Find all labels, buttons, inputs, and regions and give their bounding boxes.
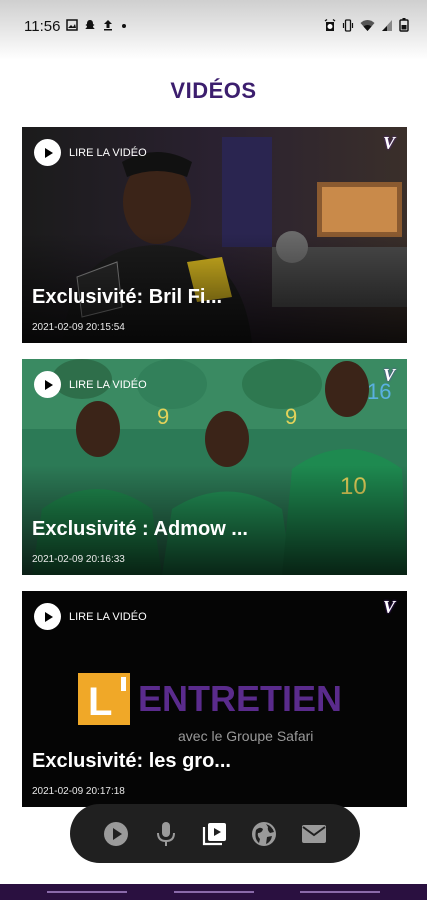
snapchat-icon: [84, 18, 96, 35]
back-button[interactable]: [300, 891, 381, 893]
svg-text:L: L: [88, 680, 112, 724]
play-icon[interactable]: [34, 139, 61, 166]
brand-logo-icon: V: [382, 133, 395, 153]
mail-icon[interactable]: [297, 817, 331, 851]
play-icon[interactable]: [34, 603, 61, 630]
wifi-icon: [360, 19, 375, 36]
recents-button[interactable]: [46, 891, 127, 893]
video-card[interactable]: 9 9 10 16 LIRE LA VIDÉO V Exclusivité : …: [22, 359, 407, 575]
battery-icon: [399, 18, 409, 36]
play-video-label[interactable]: LIRE LA VIDÉO: [69, 379, 147, 391]
video-title[interactable]: Exclusivité : Admow ...: [32, 518, 248, 541]
page-title: VIDÉOS: [170, 78, 257, 103]
brand-logo-icon: V: [382, 597, 395, 617]
system-nav-bar: [0, 884, 427, 900]
video-date: 2021-02-09 20:16:33: [32, 554, 125, 565]
entretien-logo: ENTRETIEN: [138, 678, 342, 719]
video-title[interactable]: Exclusivité: les gro...: [32, 750, 231, 773]
play-video-label[interactable]: LIRE LA VIDÉO: [69, 147, 147, 159]
play-icon[interactable]: [99, 817, 133, 851]
video-date: 2021-02-09 20:17:18: [32, 786, 125, 797]
entretien-subtitle: avec le Groupe Safari: [178, 728, 313, 744]
video-library-icon[interactable]: [198, 817, 232, 851]
video-date: 2021-02-09 20:15:54: [32, 322, 125, 333]
signal-icon: [381, 19, 393, 36]
alarm-icon: [324, 18, 336, 36]
microphone-icon[interactable]: [149, 817, 183, 851]
brand-logo-icon: V: [382, 365, 395, 385]
upload-icon: [102, 18, 114, 35]
play-video-control[interactable]: LIRE LA VIDÉO: [34, 139, 147, 166]
play-video-control[interactable]: LIRE LA VIDÉO: [34, 371, 147, 398]
globe-icon[interactable]: [247, 817, 281, 851]
video-card[interactable]: L ENTRETIEN avec le Groupe Safari LIRE L…: [22, 591, 407, 807]
vibrate-icon: [342, 18, 354, 36]
status-time: 11:56: [24, 18, 61, 35]
play-video-label[interactable]: LIRE LA VIDÉO: [69, 611, 147, 623]
svg-text:9: 9: [285, 404, 297, 429]
home-button[interactable]: [173, 891, 254, 893]
bottom-nav: [70, 804, 360, 863]
dot-icon: [120, 18, 128, 35]
play-icon[interactable]: [34, 371, 61, 398]
play-video-control[interactable]: LIRE LA VIDÉO: [34, 603, 147, 630]
video-card[interactable]: LIRE LA VIDÉO V Exclusivité: Bril Fi... …: [22, 127, 407, 343]
video-title[interactable]: Exclusivité: Bril Fi...: [32, 286, 222, 309]
image-icon: [66, 18, 79, 35]
svg-text:9: 9: [157, 404, 169, 429]
status-bar: 11:56: [0, 0, 427, 60]
